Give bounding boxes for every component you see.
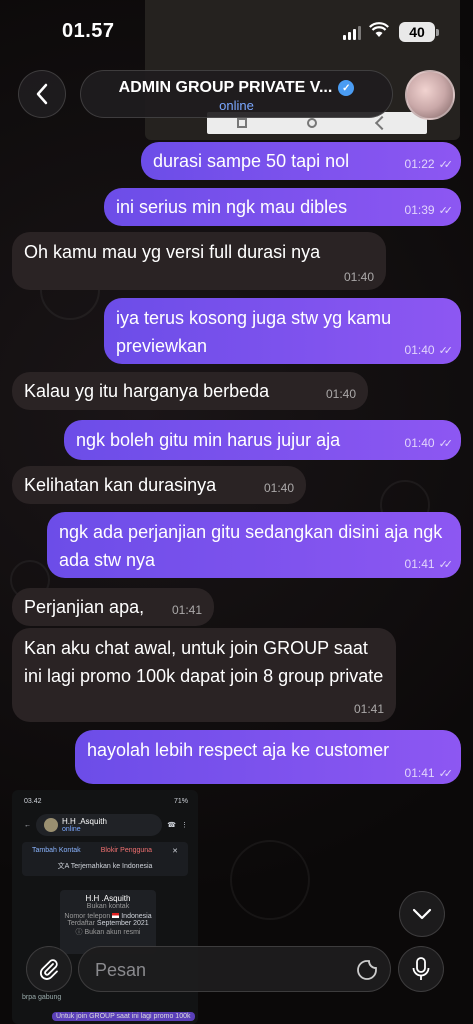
- message-text: ngk boleh gitu min harus jujur aja: [76, 430, 341, 450]
- message-incoming[interactable]: Kan aku chat awal, untuk join GROUP saat…: [12, 628, 396, 722]
- info-icon: ⓘ: [75, 929, 83, 936]
- back-arrow-icon: ←: [24, 821, 31, 829]
- message-meta: 01:41 ✓✓: [404, 557, 454, 572]
- message-meta: 01:40: [326, 387, 356, 401]
- message-time: 01:41: [404, 766, 435, 780]
- screenshot-contact-status: online: [62, 826, 81, 833]
- back-button[interactable]: [18, 70, 66, 118]
- microphone-icon: [412, 957, 430, 980]
- wifi-icon: [369, 22, 389, 37]
- verified-icon: ✓: [338, 80, 355, 96]
- chat-status: online: [219, 98, 254, 113]
- screenshot-action-bar: Tambah Kontak Blokir Pengguna ✕ 文A Terje…: [22, 842, 188, 876]
- message-text: Perjanjian apa,: [24, 597, 145, 617]
- message-time: 01:40: [404, 343, 435, 357]
- message-meta: 01:40: [344, 270, 374, 284]
- double-check-icon: ✓✓: [438, 159, 454, 171]
- message-time: 01:39: [404, 203, 435, 217]
- double-check-icon: ✓✓: [438, 205, 454, 217]
- scroll-to-bottom-button[interactable]: [399, 891, 445, 937]
- message-text: Kan aku chat awal, untuk join GROUP saat…: [24, 638, 384, 686]
- screenshot-status-bar: 03.42 71%: [12, 790, 198, 805]
- flag-icon: [112, 913, 120, 918]
- screenshot-contact-name: H.H .Asquith: [62, 817, 107, 826]
- screenshot-status-time: 03.42: [24, 798, 42, 805]
- message-meta: 01:22 ✓✓: [404, 157, 454, 172]
- avatar[interactable]: [405, 70, 455, 120]
- message-time: 01:40: [325, 387, 356, 401]
- message-outgoing[interactable]: hayolah lebih respect aja ke customer 01…: [75, 730, 461, 784]
- voice-message-button[interactable]: [398, 946, 444, 992]
- screenshot-message-2: Untuk join GROUP saat ini lagi promo 100…: [52, 1012, 195, 1021]
- chevron-down-icon: [412, 908, 432, 920]
- message-text: iya terus kosong juga stw yg kamu previe…: [116, 308, 392, 356]
- message-outgoing[interactable]: ngk boleh gitu min harus jujur aja 01:40…: [64, 420, 461, 460]
- phone-icon: ☎: [167, 822, 176, 829]
- message-meta: 01:40: [264, 481, 294, 495]
- double-check-icon: ✓✓: [438, 438, 454, 450]
- screenshot-battery: 71%: [173, 798, 188, 805]
- message-incoming[interactable]: Kalau yg itu harganya berbeda 01:40: [12, 372, 368, 410]
- message-time: 01:40: [343, 270, 374, 284]
- message-meta: 01:41: [172, 603, 202, 617]
- screenshot-phone-value: Indonesia: [121, 913, 152, 920]
- screenshot-avatar: [44, 818, 58, 832]
- screenshot-translate: Terjemahkan ke Indonesia: [70, 863, 153, 870]
- screenshot-phone-label: Nomor telepon: [64, 913, 111, 920]
- more-icon: ⋮: [181, 822, 188, 829]
- message-incoming[interactable]: Oh kamu mau yg versi full durasi nya 01:…: [12, 232, 386, 290]
- status-bar: 01.57 40: [0, 0, 473, 60]
- screenshot-official-note: Bukan akun resmi: [84, 929, 141, 936]
- screenshot-registered-label: Terdaftar: [67, 920, 95, 927]
- message-meta: 01:39 ✓✓: [404, 203, 454, 218]
- message-time: 01:41: [404, 557, 435, 571]
- message-meta: 01:40 ✓✓: [404, 436, 454, 451]
- screenshot-add-contact: Tambah Kontak: [32, 847, 81, 854]
- message-meta: 01:41 ✓✓: [404, 766, 454, 781]
- screenshot-card-sub: Bukan kontak: [86, 903, 130, 910]
- translate-icon: 文A: [57, 863, 69, 870]
- paperclip-icon: [40, 959, 58, 980]
- message-input-placeholder: Pesan: [95, 960, 147, 980]
- cellular-signal-icon: [343, 26, 361, 40]
- message-outgoing[interactable]: ngk ada perjanjian gitu sedangkan disini…: [47, 512, 461, 578]
- message-time: 01:41: [353, 702, 384, 716]
- message-meta: 01:40 ✓✓: [404, 343, 454, 358]
- sticker-icon[interactable]: [356, 959, 378, 981]
- screenshot-header: ← H.H .Asquith online ☎ ⋮: [24, 812, 188, 838]
- message-incoming[interactable]: Perjanjian apa, 01:41: [12, 588, 214, 626]
- message-input[interactable]: Pesan: [78, 946, 391, 992]
- message-time: 01:41: [171, 603, 202, 617]
- screenshot-message-1: brpa gabung: [22, 994, 62, 1001]
- chat-header[interactable]: ADMIN GROUP PRIVATE V... ✓ online: [80, 70, 393, 118]
- double-check-icon: ✓✓: [438, 559, 454, 571]
- screenshot-block-user: Blokir Pengguna: [100, 847, 153, 854]
- message-time: 01:40: [404, 436, 435, 450]
- message-text: ngk ada perjanjian gitu sedangkan disini…: [59, 522, 443, 570]
- chat-title: ADMIN GROUP PRIVATE V...: [118, 79, 333, 96]
- message-incoming[interactable]: Kelihatan kan durasinya 01:40: [12, 466, 306, 504]
- status-time: 01.57: [62, 20, 115, 42]
- screenshot-contact-card: H.H .Asquith Bukan kontak Nomor telepon …: [60, 890, 156, 954]
- message-text: Kelihatan kan durasinya: [24, 475, 217, 495]
- message-outgoing[interactable]: iya terus kosong juga stw yg kamu previe…: [104, 298, 461, 364]
- message-time: 01:40: [263, 481, 294, 495]
- message-text: hayolah lebih respect aja ke customer: [87, 740, 390, 760]
- close-icon: ✕: [172, 848, 178, 855]
- screenshot-registered-value: September 2021: [96, 920, 149, 927]
- chevron-left-icon: [36, 83, 48, 105]
- attach-button[interactable]: [26, 946, 72, 992]
- message-time: 01:22: [404, 157, 435, 171]
- double-check-icon: ✓✓: [438, 345, 454, 357]
- message-text: Kalau yg itu harganya berbeda: [24, 381, 270, 401]
- double-check-icon: ✓✓: [438, 768, 454, 780]
- battery-icon: 40: [399, 22, 439, 42]
- screenshot-card-name: H.H .Asquith: [85, 894, 131, 903]
- message-text: Oh kamu mau yg versi full durasi nya: [24, 242, 321, 262]
- message-text: ini serius min ngk mau dibles: [116, 197, 348, 217]
- message-text: durasi sampe 50 tapi nol: [153, 151, 350, 171]
- message-outgoing[interactable]: durasi sampe 50 tapi nol 01:22 ✓✓: [141, 142, 461, 180]
- message-outgoing[interactable]: ini serius min ngk mau dibles 01:39 ✓✓: [104, 188, 461, 226]
- message-meta: 01:41: [354, 702, 384, 716]
